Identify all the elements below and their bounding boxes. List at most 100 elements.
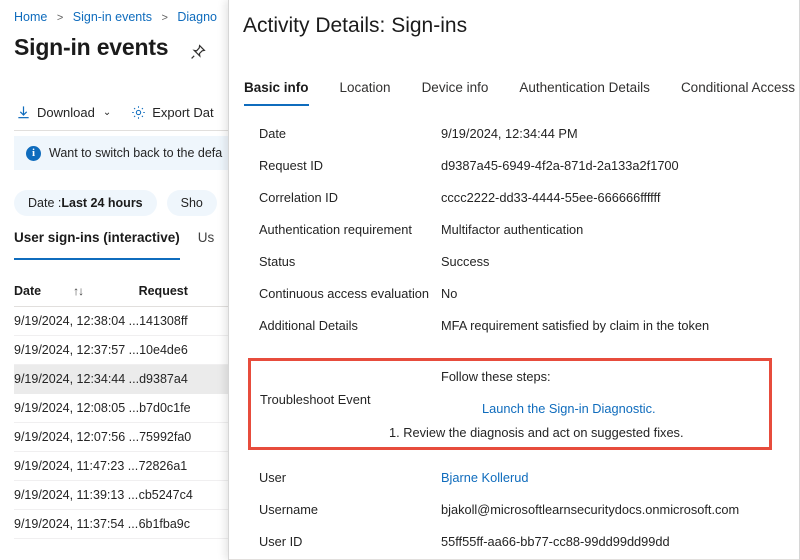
cell-date: 9/19/2024, 12:08:05 ... [14,401,139,415]
detail-value: d9387a45-6949-4f2a-871d-2a133a2f1700 [441,150,679,182]
detail-label: Continuous access evaluation [259,278,441,310]
filter-pill-show[interactable]: Sho [167,190,217,216]
detail-value: MFA requirement satisfied by claim in th… [441,310,709,342]
troubleshoot-label: Troubleshoot Event [260,392,371,407]
detail-label: Additional Details [259,310,441,342]
panel-tab-row: Basic info Location Device info Authenti… [244,80,799,106]
filter-pill-date-prefix: Date : [28,196,61,210]
info-icon: i [26,146,41,161]
detail-row-continuous-access-evaluation: Continuous access evaluation No [229,278,800,310]
detail-row-date: Date 9/19/2024, 12:34:44 PM [229,118,800,150]
column-header-request[interactable]: Request [139,284,232,298]
tab-authentication-details[interactable]: Authentication Details [519,80,650,106]
cell-request-id: 75992fa0 [139,430,232,444]
cell-date: 9/19/2024, 12:38:04 ... [14,314,139,328]
download-icon [16,105,31,120]
panel-title: Activity Details: Sign-ins [243,14,467,38]
detail-value: 55ff55ff-aa66-bb77-cc88-99dd99dd99dd [441,526,670,558]
table-row[interactable]: 9/19/2024, 11:39:13 ... cb5247c4 [14,481,232,510]
detail-row-correlation-id: Correlation ID cccc2222-dd33-4444-55ee-6… [229,182,800,214]
breadcrumb-item-sign-in-events[interactable]: Sign-in events [73,10,152,24]
export-data-label: Export Dat [152,105,213,120]
export-data-settings-button[interactable]: Export Dat [131,105,213,120]
table-row[interactable]: 9/19/2024, 12:37:57 ... 10e4de6 [14,336,232,365]
filter-pill-date[interactable]: Date : Last 24 hours [14,190,157,216]
cell-request-id: 141308ff [139,314,232,328]
tab-basic-info[interactable]: Basic info [244,80,309,106]
detail-value-user-link[interactable]: Bjarne Kollerud [441,462,529,494]
table-row[interactable]: 9/19/2024, 11:37:54 ... 6b1fba9c [14,510,232,539]
download-button[interactable]: Download ⌄ [16,105,111,120]
detail-row-request-id: Request ID d9387a45-6949-4f2a-871d-2a133… [229,150,800,182]
detail-row-user-id: User ID 55ff55ff-aa66-bb77-cc88-99dd99dd… [229,526,800,558]
cell-date: 9/19/2024, 12:37:57 ... [14,343,139,357]
troubleshoot-event-highlight: Troubleshoot Event Follow these steps: L… [248,358,772,450]
tab-user-sign-ins-interactive[interactable]: User sign-ins (interactive) [14,230,180,260]
breadcrumb-separator-icon: > [161,12,167,24]
breadcrumb-separator-icon: > [57,12,63,24]
detail-label: Date [259,118,441,150]
tab-location[interactable]: Location [340,80,391,106]
page-tab-row: User sign-ins (interactive) Us [14,230,232,260]
cell-request-id: 6b1fba9c [139,517,232,531]
tab-conditional-access[interactable]: Conditional Access [681,80,795,106]
tab-device-info[interactable]: Device info [422,80,489,106]
cell-date: 9/19/2024, 11:37:54 ... [14,517,139,531]
sign-ins-table: Date ↑↓ Request 9/19/2024, 12:38:04 ... … [14,275,232,539]
page-toolbar: Download ⌄ Export Dat [0,96,232,128]
table-row[interactable]: 9/19/2024, 11:47:23 ... 72826a1 [14,452,232,481]
filter-pill-show-value: Sho [181,196,203,210]
troubleshoot-step-text: 1. Review the diagnosis and act on sugge… [389,425,684,440]
pin-icon[interactable] [190,44,206,60]
detail-value: Multifactor authentication [441,214,583,246]
cell-date: 9/19/2024, 12:07:56 ... [14,430,139,444]
detail-value: 9/19/2024, 12:34:44 PM [441,118,578,150]
gear-icon [131,105,146,120]
troubleshoot-intro-text: Follow these steps: [441,369,551,384]
table-row[interactable]: 9/19/2024, 12:08:05 ... b7d0c1fe [14,394,232,423]
table-row[interactable]: 9/19/2024, 12:07:56 ... 75992fa0 [14,423,232,452]
detail-label: User [259,462,441,494]
cell-request-id: 10e4de6 [139,343,232,357]
cell-date: 9/19/2024, 11:39:13 ... [14,488,139,502]
launch-sign-in-diagnostic-link[interactable]: Launch the Sign-in Diagnostic. [482,401,656,416]
tab-user-sign-ins-non-interactive[interactable]: Us [198,230,215,260]
column-header-date-label: Date [14,284,41,298]
detail-rows-top: Date 9/19/2024, 12:34:44 PM Request ID d… [229,118,800,342]
cell-request-id: d9387a4 [139,372,232,386]
cell-request-id: cb5247c4 [139,488,232,502]
detail-row-additional-details: Additional Details MFA requirement satis… [229,310,800,342]
detail-label: Username [259,494,441,526]
cell-request-id: 72826a1 [139,459,232,473]
detail-row-status: Status Success [229,246,800,278]
cell-date: 9/19/2024, 11:47:23 ... [14,459,139,473]
detail-label: User ID [259,526,441,558]
column-header-date[interactable]: Date ↑↓ [14,284,139,298]
breadcrumb: Home > Sign-in events > Diagno [14,10,217,24]
troubleshoot-event-row: Troubleshoot Event Follow these steps: L… [251,361,769,447]
detail-value: No [441,278,457,310]
info-banner-text: Want to switch back to the defa [49,146,222,160]
table-row-selected[interactable]: 9/19/2024, 12:34:44 ... d9387a4 [14,365,232,394]
detail-label: Correlation ID [259,182,441,214]
detail-label: Status [259,246,441,278]
table-row[interactable]: 9/19/2024, 12:38:04 ... 141308ff [14,307,232,336]
detail-label: Authentication requirement [259,214,441,246]
detail-label: Request ID [259,150,441,182]
cell-request-id: b7d0c1fe [139,401,232,415]
detail-rows-bottom: User Bjarne Kollerud Username bjakoll@mi… [229,462,800,558]
toolbar-divider [14,130,232,131]
breadcrumb-item-home[interactable]: Home [14,10,47,24]
download-label: Download [37,105,95,120]
chevron-down-icon: ⌄ [103,107,111,118]
page-title: Sign-in events [14,34,168,61]
column-header-request-label: Request [139,284,188,298]
activity-details-panel: Activity Details: Sign-ins Basic info Lo… [228,0,800,560]
sign-in-events-page: Home > Sign-in events > Diagno Sign-in e… [0,0,232,560]
breadcrumb-item-diagnostics[interactable]: Diagno [177,10,217,24]
info-banner: i Want to switch back to the defa [14,136,232,170]
sort-icon[interactable]: ↑↓ [73,284,83,298]
table-header-row: Date ↑↓ Request [14,275,232,307]
detail-row-username: Username bjakoll@microsoftlearnsecurityd… [229,494,800,526]
detail-value: bjakoll@microsoftlearnsecuritydocs.onmic… [441,494,739,526]
